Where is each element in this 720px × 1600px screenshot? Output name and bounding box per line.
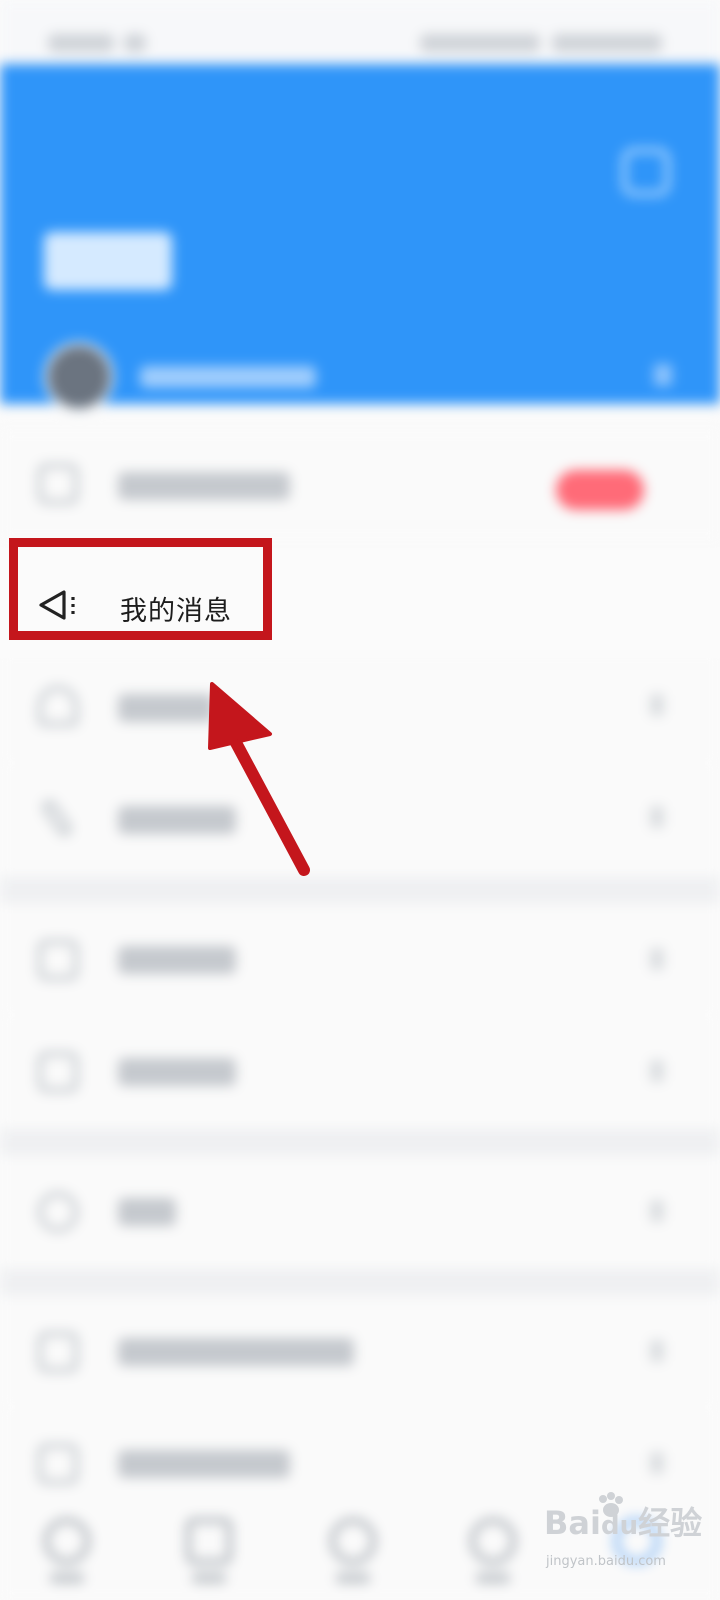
chevron-right-icon (650, 1452, 664, 1474)
tab-icon[interactable] (186, 1518, 232, 1564)
watermark: Baidu经验 jingyan.baidu.com (544, 1492, 714, 1592)
avatar[interactable] (44, 342, 114, 412)
menu-item-label (118, 946, 236, 974)
menu-item-label (118, 472, 290, 500)
menu-row[interactable] (0, 1156, 720, 1266)
page-title (44, 232, 172, 290)
chevron-right-icon (650, 806, 664, 828)
status-badge (556, 470, 644, 510)
menu-item-label (118, 1198, 176, 1226)
chevron-right-icon (650, 694, 664, 716)
username[interactable] (140, 366, 316, 388)
menu-item-icon (38, 1192, 78, 1232)
chevron-right-icon[interactable] (654, 364, 672, 386)
menu-item-label (118, 1338, 354, 1366)
menu-item-label (118, 806, 236, 834)
menu-item-icon (38, 1332, 78, 1372)
blurred-app-background (0, 0, 720, 1600)
menu-row[interactable] (0, 764, 720, 874)
tab-label (476, 1572, 510, 1584)
menu-item-label (118, 1450, 290, 1478)
annotation-box (9, 538, 272, 640)
menu-item-icon (38, 1052, 78, 1092)
profile-header (0, 64, 720, 412)
menu-item-icon (38, 1444, 78, 1484)
menu-row[interactable] (0, 1016, 720, 1126)
menu-row[interactable] (0, 652, 720, 762)
chevron-right-icon (650, 1340, 664, 1362)
status-time (48, 34, 114, 52)
menu-item-icon (38, 940, 78, 980)
status-signal (420, 34, 540, 52)
menu-item-icon (38, 464, 78, 504)
menu-row[interactable] (0, 1296, 720, 1406)
tab-label (50, 1572, 84, 1584)
chevron-right-icon (650, 1200, 664, 1222)
section-divider (0, 1268, 720, 1296)
tab-label (336, 1572, 370, 1584)
menu-item-label (118, 1058, 236, 1086)
tab-home-icon[interactable] (44, 1518, 90, 1564)
menu-item-icon (38, 686, 78, 726)
chevron-right-icon (650, 948, 664, 970)
status-battery (552, 34, 662, 52)
settings-icon[interactable] (622, 148, 670, 196)
section-divider (0, 1128, 720, 1156)
status-bar (0, 0, 720, 64)
tab-icon[interactable] (470, 1518, 516, 1564)
tab-label (192, 1572, 226, 1584)
watermark-url: jingyan.baidu.com (546, 1554, 666, 1569)
status-icon (124, 34, 146, 52)
menu-item-label (118, 694, 214, 722)
section-divider (0, 876, 720, 904)
chevron-right-icon (650, 1060, 664, 1082)
tab-icon[interactable] (330, 1518, 376, 1564)
menu-row[interactable] (0, 904, 720, 1014)
paw-icon (599, 1492, 623, 1517)
